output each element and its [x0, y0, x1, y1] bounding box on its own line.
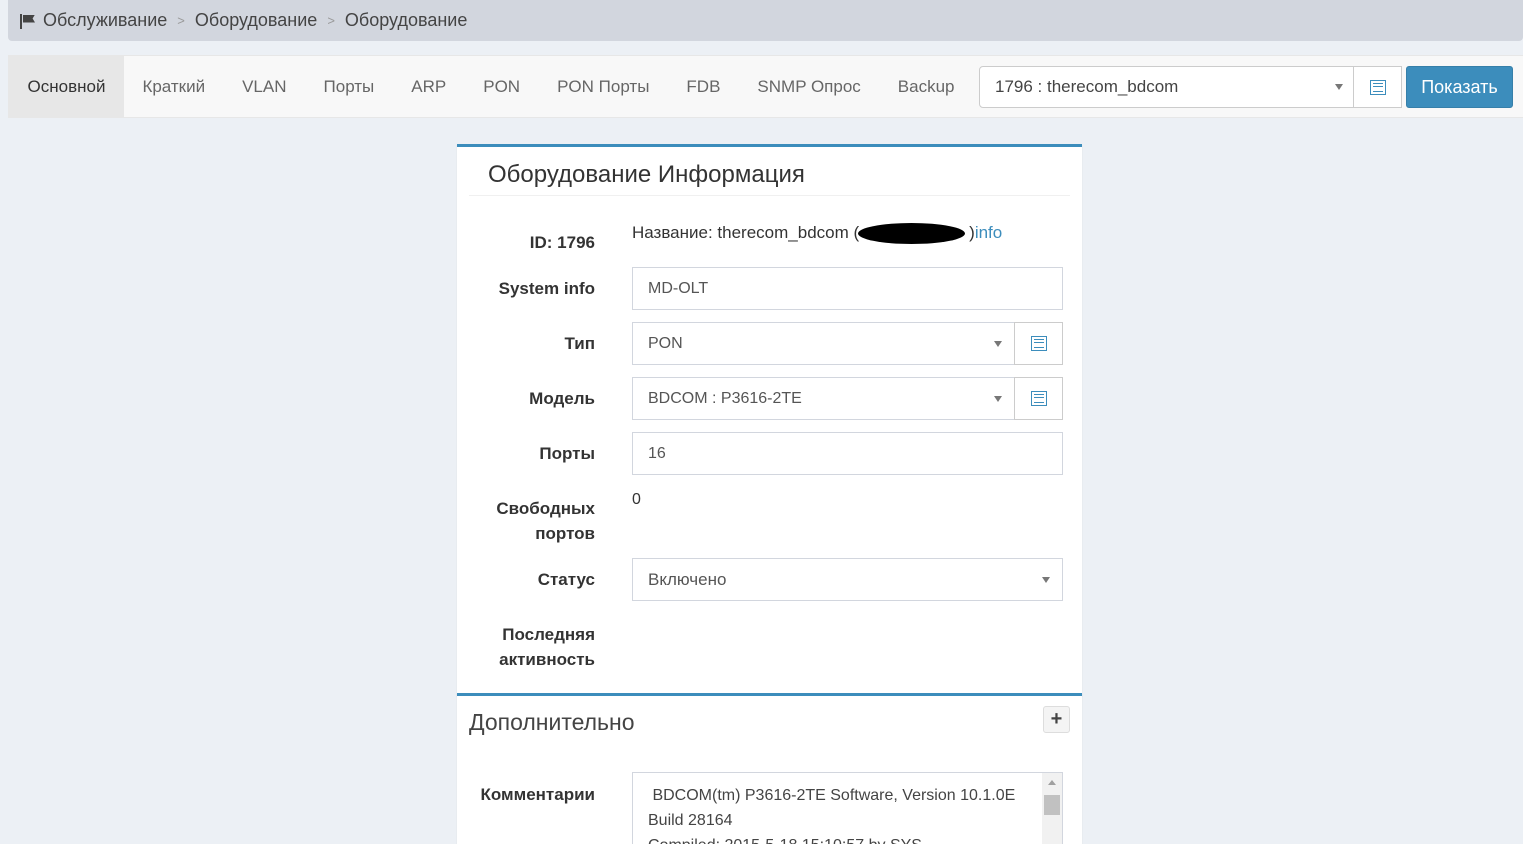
tab-arp[interactable]: ARP: [393, 55, 465, 118]
equipment-info-box: Оборудование Информация ID: 1796 Названи…: [457, 144, 1082, 696]
tab-brief[interactable]: Краткий: [124, 55, 224, 118]
model-label: Модель: [529, 389, 595, 408]
comments-line: Build 28164: [648, 812, 733, 829]
model-list-button[interactable]: [1014, 377, 1063, 420]
breadcrumb-separator: >: [327, 13, 335, 28]
list-icon: [1369, 79, 1386, 95]
show-button[interactable]: Показать: [1406, 66, 1513, 108]
expand-button[interactable]: +: [1043, 706, 1070, 733]
free-ports-label-line2: портов: [535, 524, 595, 543]
tab-pon[interactable]: PON: [465, 55, 539, 118]
system-info-label: System info: [498, 279, 595, 298]
device-list-button[interactable]: [1353, 66, 1402, 108]
breadcrumb-item-equipment[interactable]: Оборудование: [195, 10, 317, 31]
type-select[interactable]: PON: [632, 322, 1015, 365]
status-label: Статус: [537, 570, 595, 589]
scroll-thumb[interactable]: [1044, 795, 1060, 815]
tab-vlan[interactable]: VLAN: [224, 55, 305, 118]
type-label: Тип: [564, 334, 595, 353]
model-select-value: BDCOM : P3616-2TE: [648, 390, 802, 407]
ports-field[interactable]: 16: [632, 432, 1063, 475]
free-ports-label: Свободных портов: [457, 496, 595, 546]
redaction-mark: [858, 223, 965, 244]
tab-backup[interactable]: Backup: [879, 55, 973, 118]
chevron-down-icon: [1042, 577, 1050, 583]
device-select-value: 1796 : therecom_bdcom: [995, 77, 1179, 96]
status-select[interactable]: Включено: [632, 558, 1063, 601]
comments-label: Комментарии: [480, 785, 595, 804]
chevron-down-icon: [994, 396, 1002, 402]
tab-fdb[interactable]: FDB: [668, 55, 739, 118]
type-list-button[interactable]: [1014, 322, 1063, 365]
additional-title: Дополнительно: [469, 709, 635, 735]
device-select[interactable]: 1796 : therecom_bdcom: [979, 66, 1354, 108]
ports-label: Порты: [539, 444, 595, 463]
breadcrumb-item-current: Оборудование: [344, 10, 468, 30]
device-name-text: Название: therecom_bdcom (: [632, 223, 860, 242]
system-info-field[interactable]: MD-OLT: [632, 267, 1063, 310]
list-icon: [1030, 391, 1047, 406]
breadcrumb-item-service[interactable]: Обслуживание: [43, 10, 167, 31]
id-label: ID: 1796: [529, 233, 595, 252]
last-activity-label: Последняя активность: [457, 622, 595, 672]
free-ports-label-line1: Свободных: [496, 499, 595, 518]
tab-ports[interactable]: Порты: [305, 55, 393, 118]
comments-line: Compiled: 2015-5-18 15:10:57 by SYS: [648, 833, 1032, 844]
comments-textarea[interactable]: BDCOM(tm) P3616-2TE Software, Version 10…: [632, 772, 1063, 844]
scroll-up-icon[interactable]: [1048, 780, 1056, 785]
tab-main[interactable]: Основной: [9, 55, 124, 118]
free-ports-value: 0: [632, 491, 641, 508]
box-title: Оборудование Информация: [469, 161, 1070, 196]
info-link[interactable]: info: [975, 223, 1002, 242]
type-select-value: PON: [648, 335, 683, 352]
breadcrumb: Обслуживание > Оборудование > Оборудован…: [8, 0, 1523, 41]
tab-snmp-poll[interactable]: SNMP Опрос: [739, 55, 879, 118]
breadcrumb-separator: >: [177, 13, 185, 28]
chevron-down-icon: [1335, 84, 1343, 90]
last-activity-label-line2: активность: [499, 650, 595, 669]
model-select[interactable]: BDCOM : P3616-2TE: [632, 377, 1015, 420]
flag-icon: [20, 13, 36, 29]
tab-pon-ports[interactable]: PON Порты: [539, 55, 668, 118]
comments-section: Комментарии BDCOM(tm) P3616-2TE Software…: [457, 748, 1082, 844]
list-icon: [1030, 336, 1047, 351]
chevron-down-icon: [994, 341, 1002, 347]
comments-line: BDCOM(tm) P3616-2TE Software, Version 10…: [648, 787, 1016, 804]
additional-box: Дополнительно +: [457, 693, 1082, 748]
status-select-value: Включено: [648, 570, 727, 589]
textarea-scrollbar[interactable]: [1042, 773, 1062, 844]
last-activity-label-line1: Последняя: [502, 625, 595, 644]
equipment-tabs-bar: Основной Краткий VLAN Порты ARP PON PON …: [8, 55, 1523, 118]
